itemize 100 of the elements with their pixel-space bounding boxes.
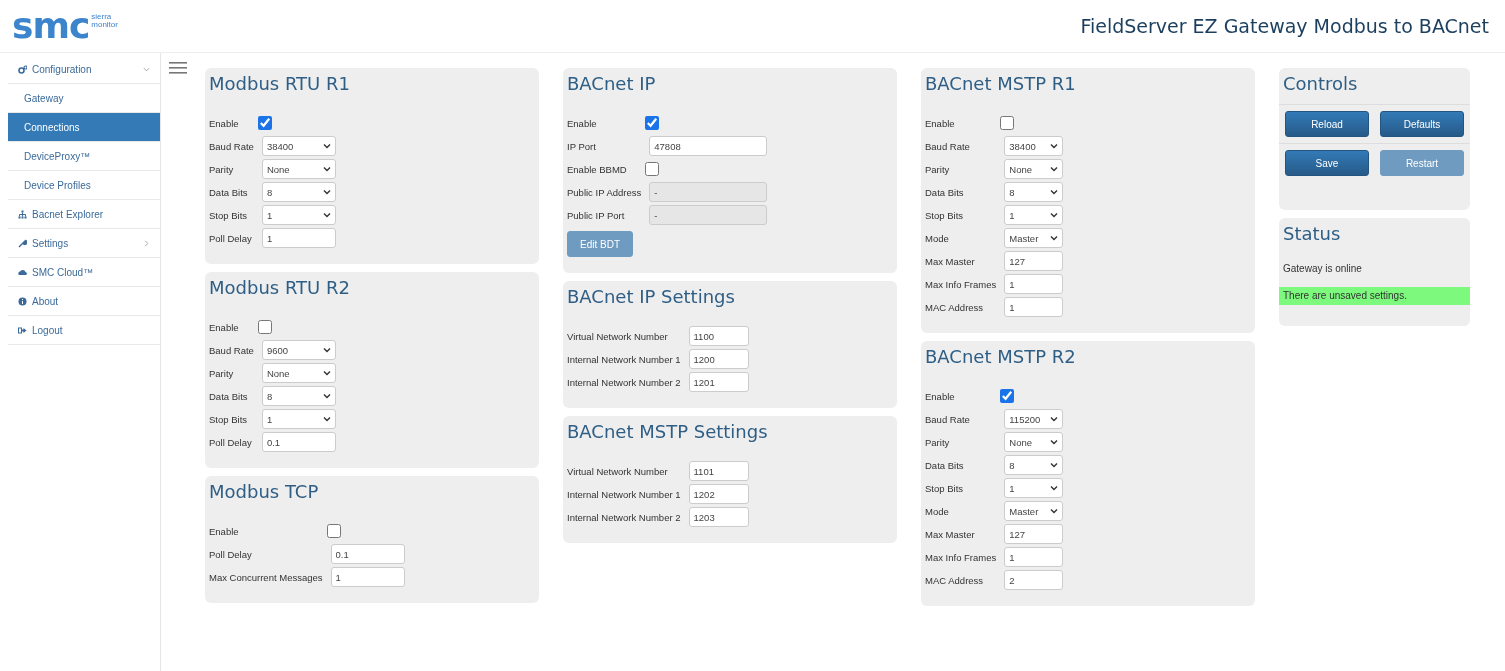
text-field[interactable]: 127: [1004, 251, 1064, 271]
checkbox[interactable]: [1000, 116, 1015, 130]
text-field[interactable]: 127: [1004, 524, 1064, 544]
action-button[interactable]: Defaults: [1380, 111, 1464, 137]
text-field[interactable]: 1200: [688, 349, 749, 369]
field-label: Max Master: [925, 528, 976, 540]
dropdown[interactable]: 1: [1004, 205, 1064, 225]
chevron-down-icon: [1050, 439, 1059, 445]
checkbox[interactable]: [257, 320, 272, 334]
dropdown[interactable]: Master: [1004, 228, 1064, 248]
field-label: Data Bits: [925, 459, 965, 471]
field-label: Internal Network Number 2: [567, 376, 681, 388]
field-label: Data Bits: [209, 390, 249, 402]
dropdown[interactable]: None: [1004, 432, 1064, 452]
field-label: MAC Address: [925, 574, 985, 586]
field-label: Parity: [209, 367, 235, 379]
field-label: Poll Delay: [209, 436, 253, 448]
chevron-down-icon: [1050, 212, 1059, 218]
logout-icon: [18, 325, 27, 335]
panel-title: BACnet MSTP Settings: [567, 420, 769, 444]
text-field[interactable]: 1: [1004, 274, 1064, 294]
checkbox[interactable]: [1000, 389, 1015, 403]
text-field[interactable]: 1: [330, 567, 405, 587]
text-field[interactable]: 1101: [688, 461, 749, 481]
text-field[interactable]: 47808: [649, 136, 768, 156]
field-label: Stop Bits: [209, 209, 249, 221]
field-label: Enable: [925, 390, 956, 402]
panel-title: Modbus RTU R2: [209, 276, 351, 300]
text-field[interactable]: 1203: [688, 507, 749, 527]
chevron-down-icon: [322, 189, 331, 195]
field-label: Enable: [567, 117, 598, 129]
field-label: Mode: [925, 232, 950, 244]
warning-message: There are unsaved settings.: [1279, 287, 1470, 305]
chevron-down-icon: [322, 212, 331, 218]
dropdown[interactable]: None: [261, 363, 336, 383]
status-message: Gateway is online: [1282, 262, 1363, 276]
field-label: Baud Rate: [925, 140, 971, 152]
field-label: Max Info Frames: [925, 551, 997, 563]
field-label: IP Port: [567, 140, 597, 152]
text-field[interactable]: 1201: [688, 372, 749, 392]
dropdown[interactable]: 8: [261, 182, 336, 202]
menu-icon[interactable]: [169, 61, 187, 75]
dropdown[interactable]: 8: [1004, 182, 1064, 202]
field-label: Enable: [925, 117, 956, 129]
dropdown[interactable]: 38400: [1004, 136, 1064, 156]
text-field[interactable]: 1100: [688, 326, 749, 346]
field-label: Max Info Frames: [925, 278, 997, 290]
text-field[interactable]: 0.1: [330, 544, 405, 564]
text-field[interactable]: 1: [1004, 547, 1064, 567]
field-label: MAC Address: [925, 301, 985, 313]
chevron-down-icon: [1050, 416, 1059, 422]
sidebar-item[interactable]: Connections: [8, 113, 160, 142]
field-label: Baud Rate: [209, 140, 254, 152]
field-label: Virtual Network Number: [567, 330, 669, 342]
dropdown[interactable]: 8: [261, 386, 336, 406]
dropdown[interactable]: Master: [1004, 501, 1064, 521]
text-field[interactable]: 1: [261, 228, 336, 248]
field-label: Stop Bits: [209, 413, 249, 425]
dropdown[interactable]: 9600: [261, 340, 336, 360]
dropdown[interactable]: 115200: [1004, 409, 1064, 429]
chevron-down-icon: [322, 393, 331, 399]
field-label: Enable: [209, 321, 240, 333]
dropdown[interactable]: 8: [1004, 455, 1064, 475]
field-label: Poll Delay: [209, 232, 253, 244]
cloud-icon: [18, 267, 27, 277]
text-field[interactable]: 1202: [688, 484, 749, 504]
action-button[interactable]: Save: [1285, 150, 1369, 176]
field-label: Poll Delay: [209, 548, 253, 560]
text-field[interactable]: 1: [1004, 297, 1064, 317]
field-label: Stop Bits: [925, 209, 965, 221]
chevron-down-icon: [322, 416, 331, 422]
panel-title: BACnet MSTP R2: [925, 345, 1077, 369]
panel-title: BACnet MSTP R1: [925, 72, 1077, 96]
dropdown[interactable]: 1: [261, 205, 336, 225]
panel-title: Controls: [1283, 72, 1359, 96]
info-icon: [18, 296, 27, 306]
chevron-down-icon: [1050, 235, 1059, 241]
text-field[interactable]: 0.1: [261, 432, 336, 452]
action-button[interactable]: Reload: [1285, 111, 1369, 137]
field-label: Internal Network Number 2: [567, 511, 681, 523]
chevron-down-icon: [322, 166, 331, 172]
dropdown[interactable]: 1: [1004, 478, 1064, 498]
text-field[interactable]: 2: [1004, 570, 1064, 590]
field-label: Data Bits: [925, 186, 965, 198]
sitemap-icon: [18, 209, 27, 219]
field-label: Max Master: [925, 255, 976, 267]
checkbox[interactable]: [645, 162, 660, 176]
dropdown[interactable]: 1: [261, 409, 336, 429]
field-label: Public IP Port: [567, 209, 626, 221]
checkbox[interactable]: [257, 116, 272, 130]
field-label: Enable: [209, 117, 240, 129]
dropdown[interactable]: None: [261, 159, 336, 179]
field-label: Internal Network Number 1: [567, 353, 681, 365]
field-label: Parity: [925, 436, 951, 448]
checkbox[interactable]: [645, 116, 660, 130]
chevron-down-icon: [143, 65, 150, 73]
dropdown[interactable]: None: [1004, 159, 1064, 179]
chevron-right-icon: [143, 239, 150, 247]
checkbox[interactable]: [326, 524, 341, 538]
dropdown[interactable]: 38400: [261, 136, 336, 156]
